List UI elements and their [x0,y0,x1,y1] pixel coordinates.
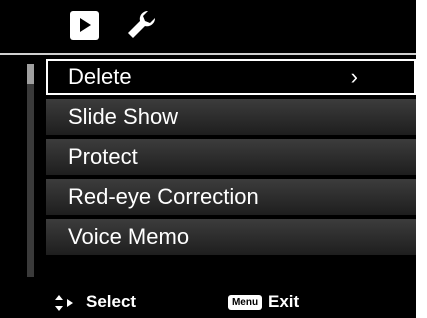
menu-item-label: Red-eye Correction [68,184,259,209]
menu-item-label: Voice Memo [68,224,190,249]
menu-item-delete[interactable]: Delete › [46,59,416,95]
mode-tab-bar [0,0,416,52]
header-divider [0,53,416,55]
menu-item-red-eye-correction[interactable]: Red-eye Correction [46,179,416,215]
scrollbar-thumb[interactable] [27,64,34,84]
button-guide: Select Menu Exit [0,286,416,318]
menu-item-slide-show[interactable]: Slide Show [46,99,416,135]
exit-hint-label: Exit [268,292,300,311]
menu-item-protect[interactable]: Protect [46,139,416,175]
menu-item-label: Protect [68,144,138,169]
playback-icon[interactable] [70,11,99,40]
camera-screen: Delete › Slide Show Protect Red-eye Corr… [0,0,416,318]
scrollbar[interactable] [27,64,34,277]
playback-menu: Delete › Slide Show Protect Red-eye Corr… [46,59,416,259]
wrench-icon[interactable] [124,8,158,42]
menu-item-label: Slide Show [68,104,179,129]
menu-button-badge: Menu [228,295,262,310]
submenu-arrow-icon: › [350,64,358,89]
up-down-right-arrows-icon [55,295,73,311]
menu-item-label: Delete [68,64,132,89]
select-hint-label: Select [86,292,137,311]
menu-item-voice-memo[interactable]: Voice Memo [46,219,416,255]
